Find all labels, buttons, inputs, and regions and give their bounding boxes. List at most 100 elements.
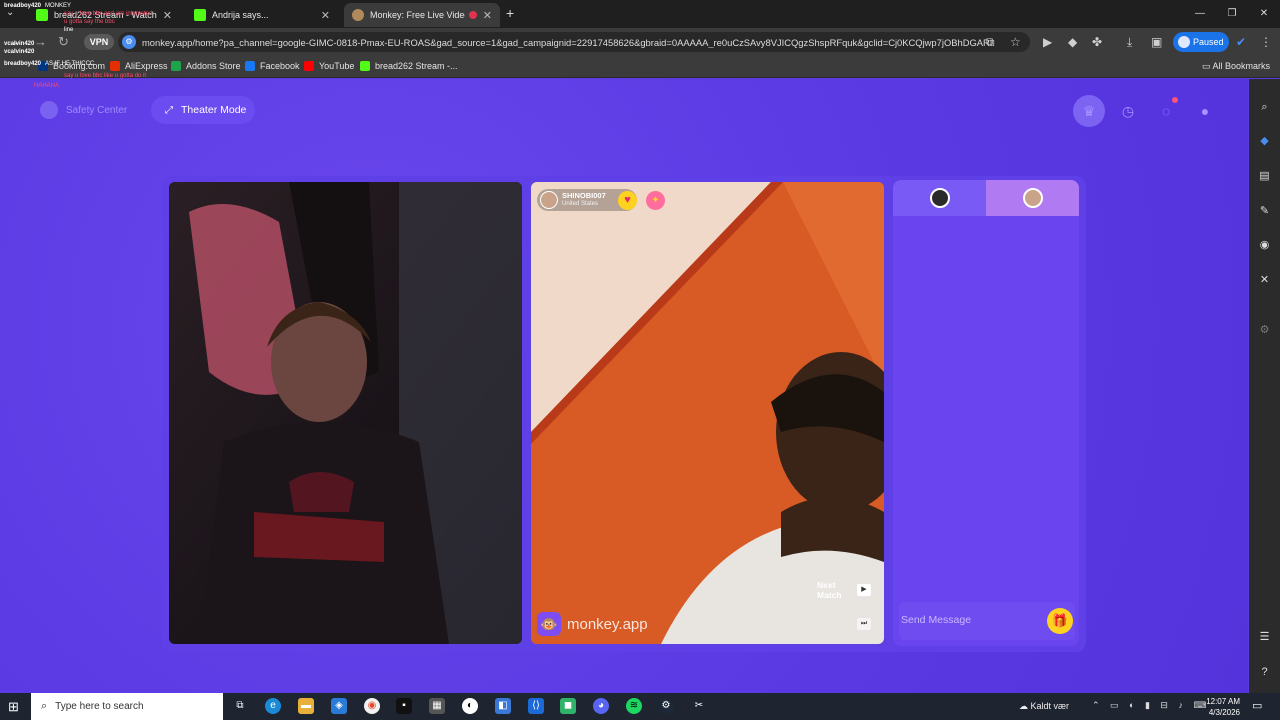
- overlay-chat-line: breadboy420 AS IF HE THICCC: [4, 60, 174, 68]
- badge-icon[interactable]: ✦: [646, 191, 665, 210]
- weather-icon: ☁: [1019, 701, 1028, 711]
- user-avatar-icon: ●: [1200, 103, 1210, 119]
- windows-start-icon[interactable]: ⊞: [8, 699, 19, 715]
- tab-andrija-says[interactable]: Andrija says... ✕: [186, 3, 338, 27]
- address-bar[interactable]: ⚙ monkey.app/home?pa_channel=google-GIMC…: [118, 32, 1030, 52]
- messages-button[interactable]: ◌: [1150, 95, 1182, 127]
- system-clock[interactable]: 12:07 AM 4/3/2026: [1206, 696, 1240, 718]
- overlay-chat-text: say u love bbc like u gotta do it: [64, 73, 147, 79]
- profile-status-label: Paused: [1193, 37, 1224, 47]
- help-icon[interactable]: ?: [1257, 665, 1272, 680]
- overlay-chat-line: u gotta say the bbc: [64, 18, 174, 26]
- extension-video-icon[interactable]: ▶: [1043, 35, 1052, 49]
- bookmark-facebook[interactable]: Facebook: [245, 61, 300, 71]
- bookmark-bread262-stream[interactable]: bread262 Stream -...: [360, 61, 458, 71]
- profile-avatar-icon: [1178, 36, 1190, 48]
- monkey-app-page: Safety Center ⤢ Theater Mode ♛ ◷ ◌ ● SHI…: [0, 79, 1248, 693]
- safety-center-link[interactable]: Safety Center: [40, 101, 127, 119]
- monkey-favicon-icon: [352, 9, 364, 21]
- kick-favicon-icon: [194, 9, 206, 21]
- all-bookmarks-label: All Bookmarks: [1212, 61, 1270, 71]
- task-view-icon[interactable]: ⧉: [232, 698, 248, 714]
- taskbar-search-input[interactable]: [55, 701, 206, 712]
- app-misc-icon[interactable]: ✂: [691, 698, 707, 714]
- steam-icon[interactable]: ⚙: [658, 698, 674, 714]
- notes-icon[interactable]: ✎: [1257, 204, 1272, 219]
- safety-center-label: Safety Center: [66, 104, 128, 116]
- tools-icon[interactable]: ✕: [1257, 273, 1272, 288]
- reading-list-icon[interactable]: ▤: [1257, 169, 1272, 184]
- chat-participant-tabs: [893, 180, 1079, 216]
- search-icon[interactable]: ⌕: [1257, 100, 1272, 115]
- install-icon[interactable]: ⧉: [986, 35, 995, 50]
- overlay-chat-text: line: [64, 27, 74, 33]
- app-icon[interactable]: ▦: [429, 698, 445, 714]
- bookmark-star-icon[interactable]: ☆: [1010, 35, 1021, 49]
- extensions-puzzle-icon[interactable]: ✤: [1092, 35, 1102, 49]
- settings-small-icon[interactable]: ⚙: [1257, 323, 1272, 338]
- all-bookmarks-button[interactable]: ▭ All Bookmarks: [1202, 61, 1270, 72]
- tab-monkey[interactable]: Monkey: Free Live Video Ch ✕: [344, 3, 500, 27]
- sidebar-toggle-icon[interactable]: ▣: [1151, 35, 1162, 49]
- notification-center-icon[interactable]: ▭: [1252, 699, 1262, 712]
- menu-icon[interactable]: ⋮: [1260, 35, 1272, 49]
- github-icon[interactable]: ◐: [462, 698, 478, 714]
- window-controls: — ❐ ✕: [1184, 0, 1280, 28]
- next-match-text: Next Match: [817, 580, 842, 600]
- editor-icon[interactable]: ◧: [495, 698, 511, 714]
- partner-participant-tab[interactable]: [986, 180, 1079, 216]
- heart-icon[interactable]: ♥: [618, 191, 637, 210]
- taskbar-search-box[interactable]: ⌕: [31, 693, 223, 720]
- close-window-icon[interactable]: ✕: [1248, 0, 1280, 28]
- verified-icon[interactable]: ✔: [1236, 35, 1246, 49]
- overlay-chat-line: say u love bbc and are interested: [64, 10, 174, 18]
- shield-icon: [40, 101, 58, 119]
- browser-toolbar: ← → ↻ VPN ⚙ monkey.app/home?pa_channel=g…: [0, 28, 1280, 56]
- video-chat-stage: SHINOBI007 United States ♥ ✦ 🐵 monkey.ap…: [162, 176, 1086, 652]
- skip-icon[interactable]: ⏭: [857, 618, 871, 630]
- system-tray-icons[interactable]: ⌃ ▭ ◐ ▮ ⊟ ♪ ⌨: [1092, 700, 1210, 711]
- store-icon[interactable]: ◈: [331, 698, 347, 714]
- copilot-icon[interactable]: ◆: [1257, 134, 1272, 149]
- partner-username: SHINOBI007: [562, 191, 606, 200]
- minimize-icon[interactable]: —: [1184, 0, 1216, 28]
- discord-icon[interactable]: ◕: [593, 698, 609, 714]
- bookmark-label: YouTube: [319, 61, 355, 71]
- extension-shield-icon[interactable]: ◆: [1068, 35, 1077, 49]
- overlay-chat-text: u gotta say the bbc: [64, 19, 115, 25]
- theater-mode-label: Theater Mode: [181, 104, 247, 116]
- my-participant-tab[interactable]: [893, 180, 986, 216]
- chat-panel: 🎁: [893, 180, 1079, 646]
- overlay-chat-text: say u love bbc and are interested: [64, 11, 153, 17]
- chat-bubble-icon: ◌: [1161, 103, 1171, 119]
- games-icon[interactable]: ◉: [1257, 238, 1272, 253]
- next-match-icon[interactable]: ▶: [857, 584, 871, 596]
- new-tab-button[interactable]: +: [506, 5, 514, 21]
- gift-icon[interactable]: 🎁: [1047, 608, 1073, 634]
- history-button[interactable]: ◷: [1112, 95, 1144, 127]
- theater-mode-button[interactable]: ⤢ Theater Mode: [151, 96, 255, 124]
- profile-button[interactable]: ●: [1189, 95, 1221, 127]
- restore-icon[interactable]: ❐: [1216, 0, 1248, 28]
- search-icon: ⌕: [41, 700, 48, 712]
- close-tab-icon[interactable]: ✕: [321, 9, 330, 22]
- profile-paused-button[interactable]: Paused: [1173, 32, 1229, 52]
- crown-button[interactable]: ♛: [1073, 95, 1105, 127]
- sliders-icon[interactable]: ☰: [1257, 630, 1272, 645]
- send-message-input[interactable]: [901, 610, 1041, 630]
- file-explorer-icon[interactable]: ▬: [298, 698, 314, 714]
- bookmark-addons-store[interactable]: Addons Store: [171, 61, 241, 71]
- overlay-chat-user: breadboy420: [4, 3, 42, 9]
- close-tab-icon[interactable]: ✕: [483, 9, 492, 22]
- edge-icon[interactable]: e: [265, 698, 281, 714]
- bookmark-youtube[interactable]: YouTube: [304, 61, 354, 71]
- app-green-icon[interactable]: ◼: [560, 698, 576, 714]
- downloads-icon[interactable]: ⤓: [1127, 35, 1132, 50]
- obs-icon[interactable]: ▪: [396, 698, 412, 714]
- url-text[interactable]: monkey.app/home?pa_channel=google-GIMC-0…: [142, 37, 992, 48]
- chrome-icon[interactable]: ◉: [364, 698, 380, 714]
- overlay-chat-user: vcalvin420: [4, 49, 35, 55]
- weather-widget[interactable]: ☁ Kaldt vær: [1019, 701, 1069, 712]
- spotify-icon[interactable]: ≋: [626, 698, 642, 714]
- vscode-icon[interactable]: ⟨⟩: [528, 698, 544, 714]
